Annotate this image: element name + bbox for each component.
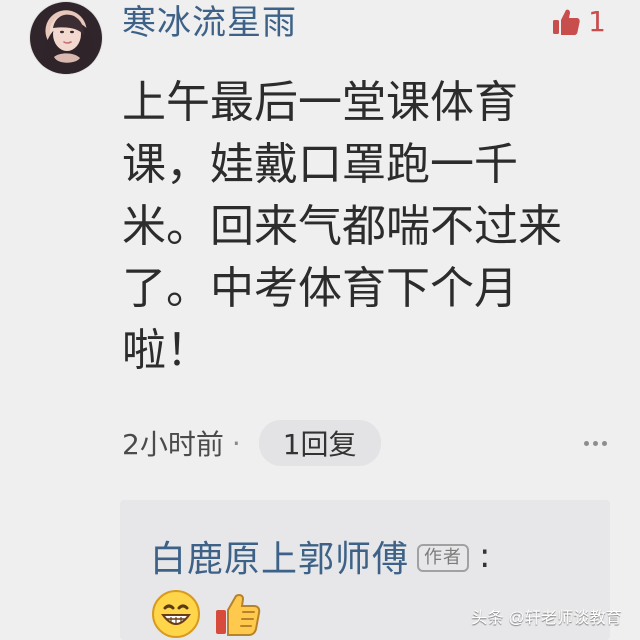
reply-colon: :: [479, 536, 492, 576]
like-button[interactable]: 1: [550, 6, 606, 38]
comment-time: 2小时前: [122, 428, 224, 461]
reply-author-row: 白鹿原上郭师傅 作者 :: [150, 530, 491, 582]
comment-screen: 寒冰流星雨 1 上午最后一堂课体育课，娃戴口罩跑一千米。回来气都喘不过来了。中考…: [0, 0, 640, 640]
reply-author-name[interactable]: 白鹿原上郭师傅: [150, 530, 409, 582]
thumbs-up-icon: [553, 9, 580, 35]
more-options-dot: [601, 440, 607, 446]
more-options-dot: [583, 440, 589, 446]
comment-text: 上午最后一堂课体育课，娃戴口罩跑一千米。回来气都喘不过来了。中考体育下个月啦！: [122, 77, 562, 376]
like-count: 1: [588, 5, 606, 38]
more-options-dot: [592, 440, 598, 446]
meta-separator: ·: [231, 426, 241, 460]
user-avatar[interactable]: [30, 2, 102, 74]
thumbs-up-emoji-icon: [216, 594, 261, 636]
comment-username[interactable]: 寒冰流星雨: [122, 1, 297, 45]
avatar-portrait-icon: [40, 14, 96, 74]
reply-emoji-row: [150, 588, 264, 640]
more-options-icon[interactable]: [578, 426, 612, 460]
author-badge: 作者: [417, 544, 470, 572]
reply-count-button[interactable]: 1回复: [258, 420, 381, 466]
comment-meta: 2小时前 · 1回复: [122, 420, 381, 466]
grin-emoji-icon: [152, 590, 200, 638]
source-watermark: 头条 @轩老师谈教育: [471, 610, 622, 627]
